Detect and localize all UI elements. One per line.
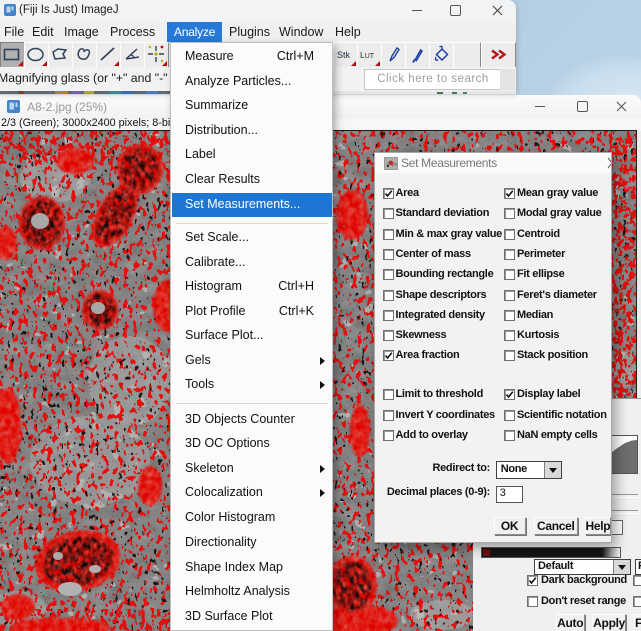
svg-text:LUT: LUT: [360, 50, 375, 60]
svg-text:Stk: Stk: [337, 50, 351, 60]
